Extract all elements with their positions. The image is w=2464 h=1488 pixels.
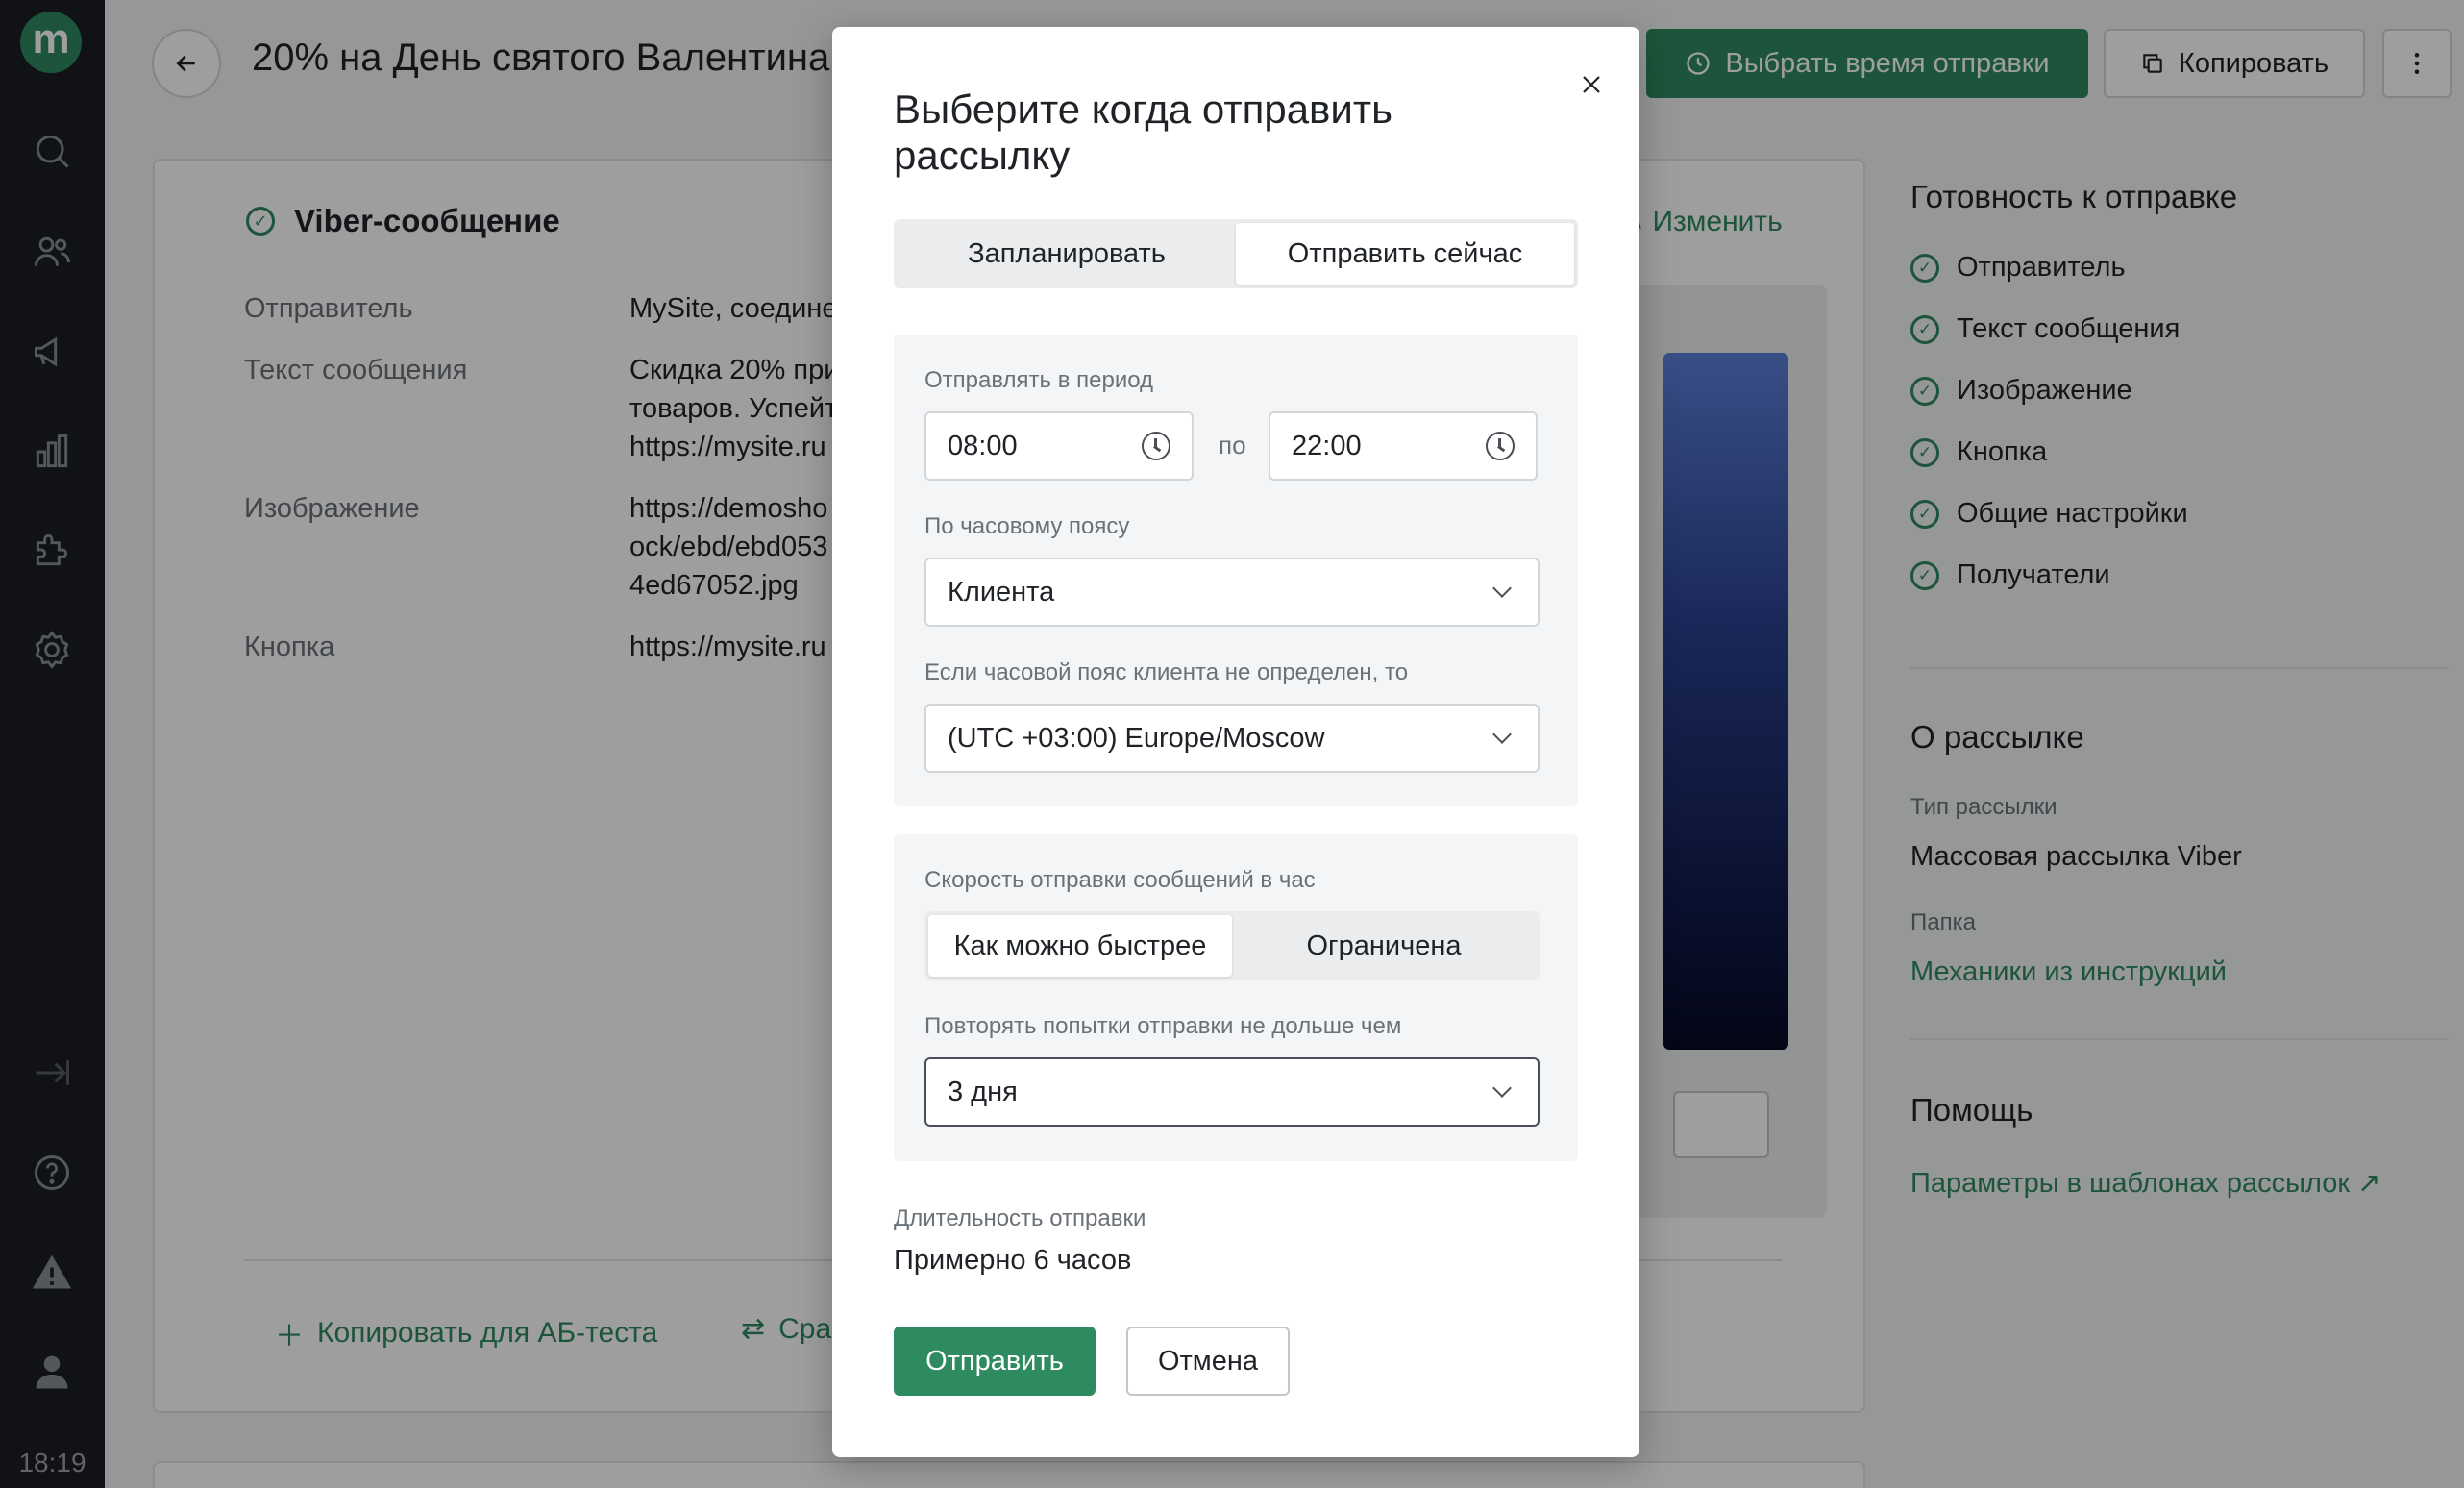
retry-select[interactable]: 3 дня bbox=[924, 1057, 1540, 1127]
time-from-value: 08:00 bbox=[948, 430, 1018, 461]
chevron-down-icon bbox=[1492, 579, 1512, 598]
modal-title: Выберите когда отправить рассылку bbox=[894, 87, 1392, 178]
period-panel: Отправлять в период 08:00 по 22:00 По ча… bbox=[894, 335, 1578, 806]
clock-icon bbox=[1486, 432, 1515, 460]
duration-value: Примерно 6 часов bbox=[894, 1245, 1132, 1276]
tab-send-now[interactable]: Отправить сейчас bbox=[1236, 223, 1574, 285]
close-button[interactable] bbox=[1572, 65, 1611, 104]
speed-tabs: Как можно быстрее Ограничена bbox=[924, 911, 1540, 980]
timezone-value: Клиента bbox=[948, 576, 1055, 608]
fallback-timezone-select[interactable]: (UTC +03:00) Europe/Moscow bbox=[924, 704, 1540, 773]
time-to-input[interactable]: 22:00 bbox=[1269, 411, 1538, 481]
period-label: Отправлять в период bbox=[924, 367, 1154, 393]
chevron-down-icon bbox=[1492, 725, 1512, 744]
clock-icon bbox=[1142, 432, 1170, 460]
send-time-modal: Выберите когда отправить рассылку Заплан… bbox=[832, 27, 1639, 1457]
retry-value: 3 дня bbox=[948, 1076, 1018, 1107]
close-icon bbox=[1583, 76, 1600, 93]
retry-label: Повторять попытки отправки не дольше чем bbox=[924, 1013, 1402, 1039]
fallback-timezone-label: Если часовой пояс клиента не определен, … bbox=[924, 659, 1409, 685]
tab-schedule[interactable]: Запланировать bbox=[898, 223, 1236, 285]
duration-label: Длительность отправки bbox=[894, 1205, 1146, 1231]
time-separator: по bbox=[1219, 431, 1246, 459]
timezone-label: По часовому поясу bbox=[924, 513, 1130, 539]
speed-limited-option[interactable]: Ограничена bbox=[1232, 915, 1536, 977]
send-mode-tabs: Запланировать Отправить сейчас bbox=[894, 219, 1578, 288]
speed-panel: Скорость отправки сообщений в час Как мо… bbox=[894, 834, 1578, 1161]
send-button[interactable]: Отправить bbox=[894, 1327, 1096, 1396]
speed-fast-option[interactable]: Как можно быстрее bbox=[928, 915, 1232, 977]
time-to-value: 22:00 bbox=[1292, 430, 1362, 461]
speed-label: Скорость отправки сообщений в час bbox=[924, 867, 1316, 893]
time-from-input[interactable]: 08:00 bbox=[924, 411, 1194, 481]
fallback-timezone-value: (UTC +03:00) Europe/Moscow bbox=[948, 722, 1325, 754]
chevron-down-icon bbox=[1492, 1079, 1512, 1098]
timezone-select[interactable]: Клиента bbox=[924, 558, 1540, 627]
cancel-button[interactable]: Отмена bbox=[1126, 1327, 1290, 1396]
